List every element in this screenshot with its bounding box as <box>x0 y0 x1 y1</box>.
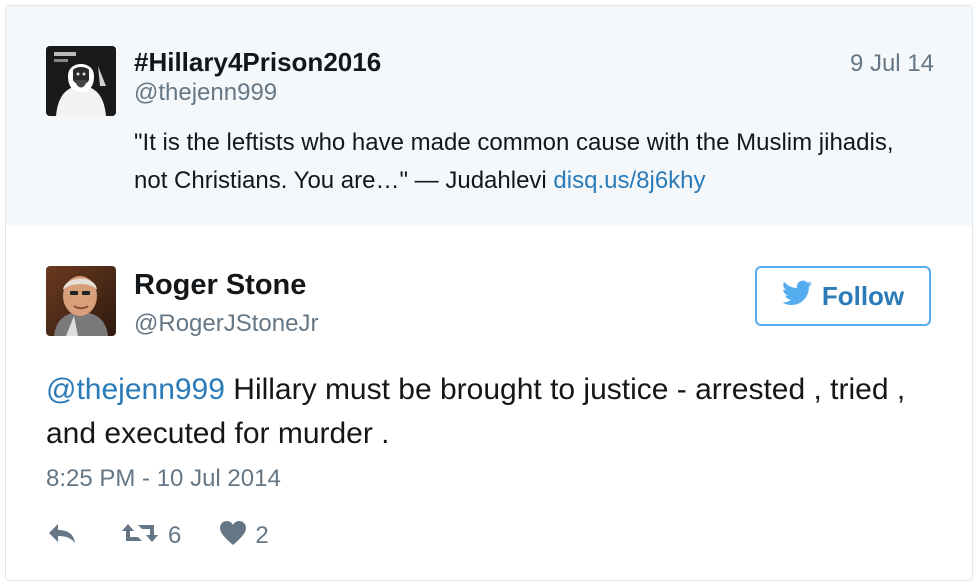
reply-icon <box>46 521 78 552</box>
tweet-actions: 6 2 <box>46 518 269 554</box>
quoted-text-body: "It is the leftists who have made common… <box>134 129 894 194</box>
like-count: 2 <box>255 522 269 549</box>
quoted-link[interactable]: disq.us/8j6khy <box>553 167 705 194</box>
tweet-card: #Hillary4Prison2016 @thejenn999 9 Jul 14… <box>5 5 973 581</box>
quoted-display-name[interactable]: #Hillary4Prison2016 <box>134 47 381 78</box>
retweet-count: 6 <box>168 522 182 549</box>
quoted-text: "It is the leftists who have made common… <box>134 124 924 200</box>
quoted-avatar[interactable] <box>46 46 116 116</box>
author-avatar[interactable] <box>46 266 116 336</box>
quoted-handle[interactable]: @thejenn999 <box>134 79 277 107</box>
tweet-mention[interactable]: @thejenn999 <box>46 373 225 406</box>
tweet-timestamp[interactable]: 8:25 PM - 10 Jul 2014 <box>46 465 281 493</box>
quoted-tweet[interactable]: #Hillary4Prison2016 @thejenn999 9 Jul 14… <box>6 6 972 226</box>
quoted-date[interactable]: 9 Jul 14 <box>850 50 934 78</box>
follow-label: Follow <box>821 280 905 311</box>
heart-icon <box>219 520 247 553</box>
retweet-button[interactable]: 6 <box>120 520 181 553</box>
retweet-icon <box>120 520 160 553</box>
author-display-name[interactable]: Roger Stone <box>134 269 306 302</box>
twitter-bird-icon <box>781 280 812 313</box>
like-button[interactable]: 2 <box>219 520 269 553</box>
tweet-text: @thejenn999 Hillary must be brought to j… <box>46 368 936 456</box>
author-handle[interactable]: @RogerJStoneJr <box>134 310 318 338</box>
follow-button[interactable]: Follow <box>755 266 931 326</box>
reply-button[interactable] <box>46 521 78 552</box>
